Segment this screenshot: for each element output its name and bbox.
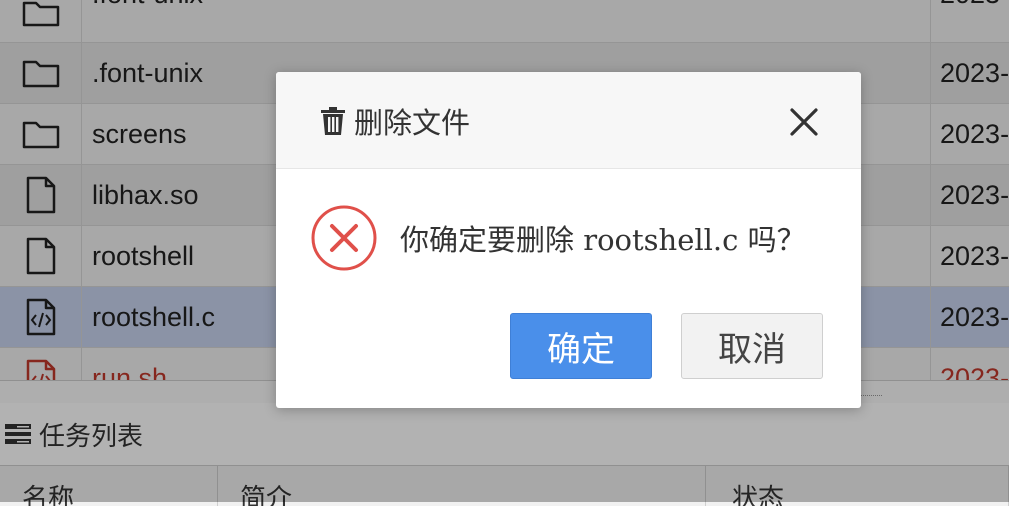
dialog-title-text: 删除文件	[354, 106, 471, 140]
dialog-body: 你确定要删除 rootshell.c 吗？	[310, 204, 806, 272]
cancel-button[interactable]: 取消	[681, 313, 823, 379]
dialog-header: 删除文件	[276, 72, 861, 169]
delete-file-dialog: 删除文件 你确定要删除 rootshell.c 吗？ 确定 取消	[276, 72, 861, 408]
dialog-message: 你确定要删除 rootshell.c 吗？	[400, 223, 806, 257]
close-icon[interactable]	[788, 106, 820, 138]
confirm-button[interactable]: 确定	[510, 313, 652, 379]
error-circle-icon	[311, 205, 377, 271]
trash-icon	[321, 107, 345, 135]
file-manager-page: .font-unix 2023- .font-unix 2023- screen…	[0, 0, 1009, 506]
dialog-title: 删除文件	[320, 100, 470, 142]
